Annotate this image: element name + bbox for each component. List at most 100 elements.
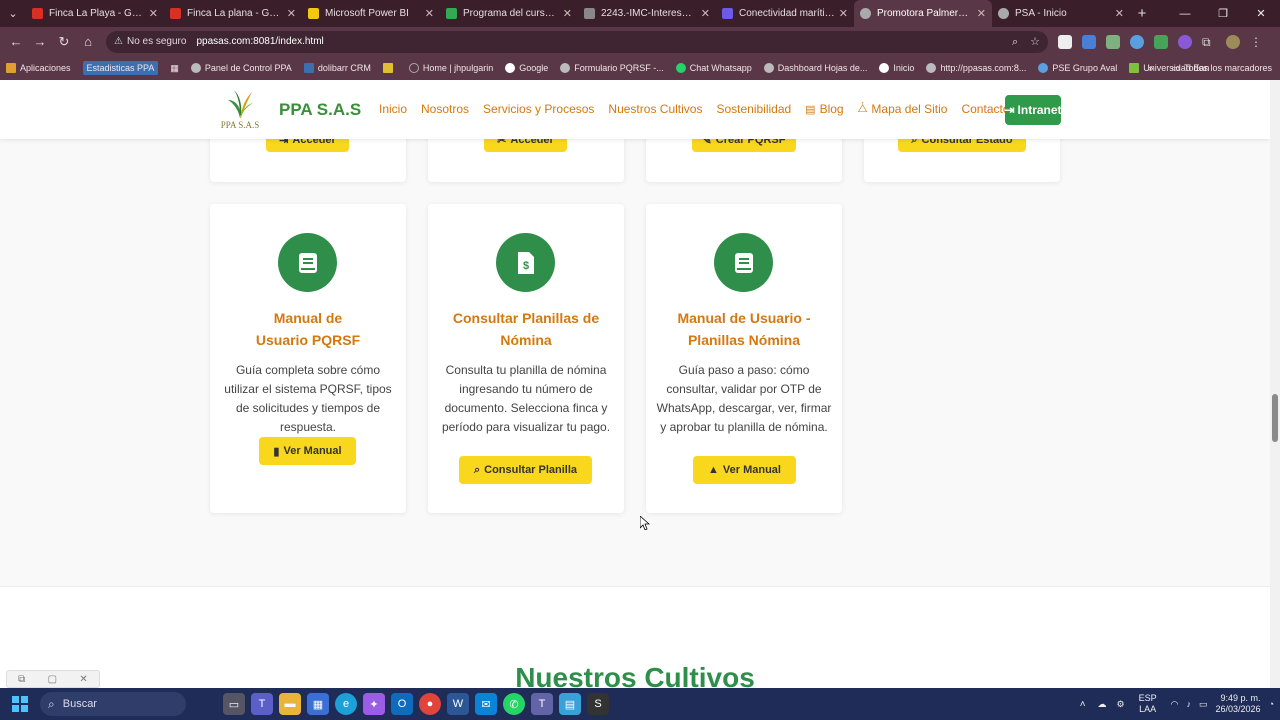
restore-icon[interactable]: ▢: [48, 674, 57, 685]
close-icon[interactable]: ✕: [839, 7, 848, 20]
language-indicator[interactable]: ESP LAA: [1139, 693, 1157, 715]
back-icon[interactable]: ←: [4, 27, 28, 56]
task-view-icon[interactable]: ▭: [223, 693, 245, 715]
tab-search-button[interactable]: ⌄: [0, 0, 26, 27]
bookmark-estadisticas[interactable]: Estadisticas PPA: [82, 61, 159, 75]
warning-icon[interactable]: ⚠: [114, 36, 123, 47]
address-bar[interactable]: ⚠ No es seguro ppasas.com:8081/index.htm…: [106, 30, 1048, 53]
bookmark-colorful[interactable]: [382, 63, 397, 73]
close-icon[interactable]: ✕: [425, 7, 434, 20]
bookmark-dolibarr[interactable]: dolibarr CRM: [303, 63, 371, 73]
tray-icon[interactable]: ☁: [1098, 699, 1107, 710]
url-text[interactable]: ppasas.com:8081/index.html: [196, 36, 1000, 47]
zoom-icon[interactable]: ⌕: [1012, 36, 1018, 48]
extension-icon[interactable]: [1154, 34, 1168, 49]
site-logo[interactable]: PPA S.A.S: [214, 88, 266, 132]
bookmark-panel[interactable]: Panel de Control PPA: [190, 63, 292, 73]
security-label[interactable]: No es seguro: [127, 36, 186, 47]
page-scrollbar[interactable]: [1270, 80, 1280, 688]
chrome-icon[interactable]: ●: [419, 693, 441, 715]
bookmark-grid[interactable]: ▦: [170, 63, 179, 74]
battery-icon[interactable]: ▭: [1199, 699, 1208, 710]
consultar-planilla-button[interactable]: ⌕ Consultar Planilla: [459, 456, 592, 484]
intranet-button[interactable]: ⇥ Intranet: [1004, 95, 1062, 125]
tab-0[interactable]: Finca La Playa - Google M ✕: [26, 0, 164, 27]
notification-icon[interactable]: ◔: [1269, 699, 1274, 709]
close-icon[interactable]: ✕: [287, 7, 296, 20]
bookmark-home[interactable]: Home | jhpulgarin: [408, 63, 493, 73]
forward-icon[interactable]: →: [28, 27, 52, 56]
extension-icon[interactable]: [1178, 34, 1192, 49]
extension-icon[interactable]: [1106, 34, 1120, 49]
pip-icon[interactable]: ⧉: [18, 674, 25, 685]
extension-icon[interactable]: [1082, 34, 1096, 49]
sumatra-icon[interactable]: S: [587, 693, 609, 715]
taskbar-search[interactable]: ⌕ Buscar: [40, 692, 186, 716]
nav-cultivos[interactable]: Nuestros Cultivos: [608, 102, 702, 116]
teams-work-icon[interactable]: T: [531, 693, 553, 715]
close-icon[interactable]: ✕: [977, 7, 986, 20]
store-icon[interactable]: ▦: [307, 693, 329, 715]
copilot-icon[interactable]: ✦: [363, 693, 385, 715]
tray-icon[interactable]: ⚙: [1117, 699, 1125, 710]
bookmark-apps[interactable]: Aplicaciones: [6, 63, 71, 73]
reload-icon[interactable]: ↻: [52, 27, 76, 56]
restore-icon[interactable]: ❐: [1204, 0, 1242, 27]
wifi-icon[interactable]: ◠: [1171, 699, 1179, 710]
close-icon[interactable]: ✕: [701, 7, 710, 20]
close-icon[interactable]: ✕: [149, 7, 158, 20]
home-icon[interactable]: ⌂: [76, 27, 100, 56]
bookmark-dashboard[interactable]: Dashboard Hojas de...: [763, 63, 867, 73]
bookmark-ppasas[interactable]: http://ppasas.com:8...: [926, 63, 1026, 73]
minimize-icon[interactable]: —: [1166, 0, 1204, 27]
all-bookmarks[interactable]: ▭ Todos los marcadores: [1171, 63, 1272, 74]
bookmark-pqrsf[interactable]: Formulario PQRSF -...: [560, 63, 664, 73]
menu-icon[interactable]: ⋮: [1250, 35, 1264, 49]
close-icon[interactable]: ✕: [563, 7, 572, 20]
bookmark-pse[interactable]: PSE Grupo Aval: [1038, 63, 1117, 73]
word-icon[interactable]: W: [447, 693, 469, 715]
puzzle-icon[interactable]: ⧉: [1202, 35, 1216, 49]
teams-icon[interactable]: T: [251, 693, 273, 715]
bookmark-inicio[interactable]: Inicio: [879, 63, 914, 73]
extension-icon[interactable]: [1130, 34, 1144, 49]
start-button[interactable]: [0, 696, 40, 712]
scrollbar-thumb[interactable]: [1272, 394, 1278, 442]
nav-mapa[interactable]: ⧊ Mapa del Sitio: [858, 102, 948, 116]
nav-sostenibilidad[interactable]: Sostenibilidad: [716, 102, 791, 116]
clock[interactable]: 9:49 p. m. 26/03/2026: [1216, 693, 1261, 715]
close-icon[interactable]: ✕: [79, 674, 87, 685]
volume-icon[interactable]: ♪: [1187, 699, 1192, 709]
mail-icon[interactable]: ✉: [475, 693, 497, 715]
new-tab-button[interactable]: +: [1130, 5, 1154, 22]
tab-1[interactable]: Finca La plana - Google M ✕: [164, 0, 302, 27]
nav-contacto[interactable]: Contacto: [961, 102, 1009, 116]
tab-3[interactable]: Programa del curso para l ✕: [440, 0, 578, 27]
bookmark-whatsapp[interactable]: Chat Whatsapp: [675, 63, 752, 73]
tab-2[interactable]: Microsoft Power BI ✕: [302, 0, 440, 27]
tab-6[interactable]: Promotora Palmera de Ar ✕: [854, 0, 992, 27]
more-bookmarks-icon[interactable]: »: [1148, 63, 1153, 73]
notepad-icon[interactable]: ▤: [559, 693, 581, 715]
tab-7[interactable]: PSA - Inicio ✕: [992, 0, 1130, 27]
nav-blog[interactable]: ▤ Blog: [805, 102, 843, 116]
outlook-icon[interactable]: O: [391, 693, 413, 715]
bookmark-google[interactable]: Google: [505, 63, 548, 73]
close-icon[interactable]: ✕: [1115, 7, 1124, 20]
nav-nosotros[interactable]: Nosotros: [421, 102, 469, 116]
bookmark-star-icon[interactable]: ☆: [1030, 36, 1040, 48]
tab-5[interactable]: Conectividad marítima e ✕: [716, 0, 854, 27]
nav-servicios[interactable]: Servicios y Procesos: [483, 102, 594, 116]
chevron-up-icon[interactable]: ˄: [1080, 699, 1086, 710]
ver-manual-button[interactable]: ▲ Ver Manual: [693, 456, 796, 484]
brand-name[interactable]: PPA S.A.S: [279, 100, 361, 120]
close-window-icon[interactable]: ✕: [1242, 0, 1280, 27]
whatsapp-icon[interactable]: ✆: [503, 693, 525, 715]
ver-manual-button[interactable]: ▮ Ver Manual: [259, 437, 356, 465]
extension-icon[interactable]: [1058, 34, 1072, 49]
tab-4[interactable]: 2243.-IMC-Intereses-Mari ✕: [578, 0, 716, 27]
edge-icon[interactable]: e: [335, 693, 357, 715]
nav-inicio[interactable]: Inicio: [379, 102, 407, 116]
profile-avatar[interactable]: [1226, 34, 1240, 49]
file-explorer-icon[interactable]: ▬: [279, 693, 301, 715]
